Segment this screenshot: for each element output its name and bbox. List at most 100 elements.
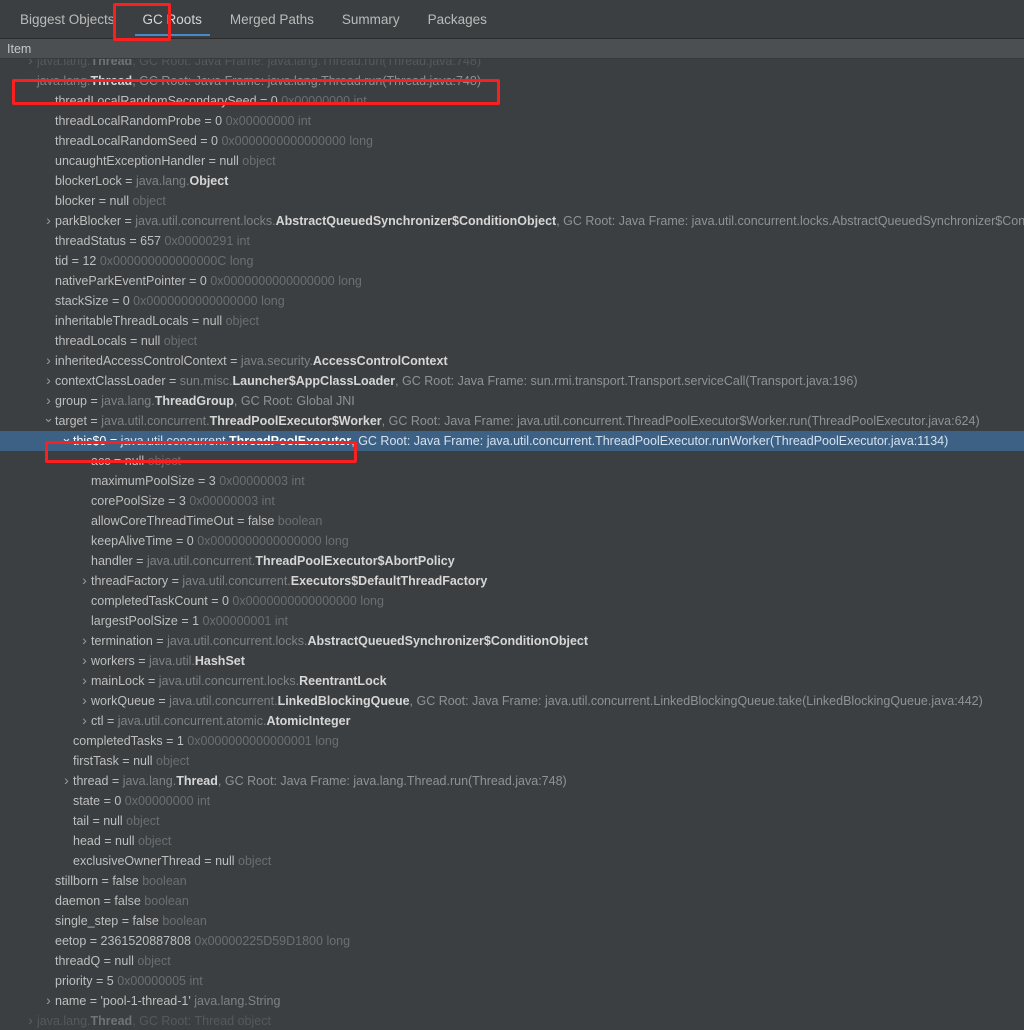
tree-row[interactable]: firstTask = null object (0, 751, 1024, 771)
tab-summary[interactable]: Summary (328, 0, 414, 38)
tree-row[interactable]: single_step = false boolean (0, 911, 1024, 931)
tree-row[interactable]: › name = 'pool-1-thread-1' java.lang.Stri… (0, 991, 1024, 1011)
tree-row[interactable]: › ctl = java.util.concurrent.atomic.Atomi… (0, 711, 1024, 731)
chevron-right-icon[interactable]: › (78, 631, 91, 650)
tree-row[interactable]: keepAliveTime = 0 0x0000000000000000 lon… (0, 531, 1024, 551)
tree-row[interactable]: eetop = 2361520887808 0x00000225D59D1800… (0, 931, 1024, 951)
tab-biggest-objects[interactable]: Biggest Objects (6, 0, 129, 38)
tree-row[interactable]: allowCoreThreadTimeOut = false boolean (0, 511, 1024, 531)
tab-merged-paths[interactable]: Merged Paths (216, 0, 328, 38)
tree-row[interactable]: threadQ = null object (0, 951, 1024, 971)
tree-row[interactable]: › java.lang.Thread, GC Root: Java Frame: … (0, 59, 1024, 71)
token-cls: AccessControlContext (312, 354, 448, 368)
chevron-placeholder (78, 471, 91, 491)
chevron-right-icon[interactable]: › (42, 391, 55, 410)
chevron-right-icon[interactable]: › (42, 211, 55, 230)
token-cls: Launcher$AppClassLoader (232, 374, 396, 388)
tree-row[interactable]: › inheritedAccessControlContext = java.se… (0, 351, 1024, 371)
chevron-right-icon[interactable]: › (24, 1011, 37, 1030)
token-hex: 0x00000225D59D1800 (194, 934, 323, 948)
chevron-placeholder (42, 951, 55, 971)
tree-row[interactable]: › java.lang.Thread, GC Root: Thread objec… (0, 1011, 1024, 1030)
tree-row[interactable]: maximumPoolSize = 3 0x00000003 int (0, 471, 1024, 491)
token-pkg: java.lang.String (194, 994, 281, 1008)
tree-row[interactable]: exclusiveOwnerThread = null object (0, 851, 1024, 871)
token-hex: 0x00000001 (202, 614, 272, 628)
chevron-placeholder (42, 891, 55, 911)
token-field: threadLocalRandomProbe = 0 (55, 114, 226, 128)
chevron-right-icon[interactable]: › (60, 771, 73, 790)
tree-row[interactable]: tid = 12 0x000000000000000C long (0, 251, 1024, 271)
tree-row[interactable]: blockerLock = java.lang.Object (0, 171, 1024, 191)
tree-row[interactable]: › termination = java.util.concurrent.lock… (0, 631, 1024, 651)
chevron-right-icon[interactable]: › (42, 351, 55, 370)
tree-row[interactable]: priority = 5 0x00000005 int (0, 971, 1024, 991)
token-type: int (294, 114, 312, 128)
chevron-placeholder (78, 531, 91, 551)
token-field: target = (55, 414, 102, 428)
tree-row[interactable]: › contextClassLoader = sun.misc.Launcher$… (0, 371, 1024, 391)
tree-row[interactable]: ⌄java.lang.Thread, GC Root: Java Frame: … (0, 71, 1024, 91)
token-gcroot: , GC Root: Java Frame: java.util.concurr… (556, 214, 1024, 228)
gc-roots-tree[interactable]: › java.lang.Thread, GC Root: Java Frame: … (0, 59, 1024, 1030)
chevron-down-icon[interactable]: ⌄ (24, 71, 37, 88)
token-pkg: java.util.concurrent. (169, 694, 278, 708)
tree-row[interactable]: ⌄this$0 = java.util.concurrent.ThreadPoo… (0, 431, 1024, 451)
tree-row[interactable]: nativeParkEventPointer = 0 0x00000000000… (0, 271, 1024, 291)
tree-row[interactable]: threadLocalRandomSeed = 0 0x000000000000… (0, 131, 1024, 151)
tree-row[interactable]: threadLocalRandomSecondarySeed = 0 0x000… (0, 91, 1024, 111)
chevron-right-icon[interactable]: › (24, 59, 37, 70)
tree-row[interactable]: acc = null object (0, 451, 1024, 471)
tree-row[interactable]: threadLocals = null object (0, 331, 1024, 351)
chevron-right-icon[interactable]: › (78, 691, 91, 710)
token-field: corePoolSize = 3 (91, 494, 190, 508)
tree-row-text: uncaughtExceptionHandler = null object (55, 154, 276, 168)
tree-row[interactable]: stackSize = 0 0x0000000000000000 long (0, 291, 1024, 311)
chevron-down-icon[interactable]: ⌄ (42, 411, 55, 428)
token-type: long (334, 274, 362, 288)
tree-row[interactable]: › mainLock = java.util.concurrent.locks.R… (0, 671, 1024, 691)
tab-gc-roots[interactable]: GC Roots (129, 0, 216, 38)
chevron-right-icon[interactable]: › (78, 711, 91, 730)
tree-row[interactable]: head = null object (0, 831, 1024, 851)
token-field: exclusiveOwnerThread = null (73, 854, 239, 868)
tree-row[interactable]: handler = java.util.concurrent.ThreadPoo… (0, 551, 1024, 571)
token-cls: HashSet (194, 654, 245, 668)
tree-row[interactable]: completedTaskCount = 0 0x000000000000000… (0, 591, 1024, 611)
tree-row[interactable]: daemon = false boolean (0, 891, 1024, 911)
tree-row[interactable]: corePoolSize = 3 0x00000003 int (0, 491, 1024, 511)
token-field: threadLocalRandomSeed = 0 (55, 134, 222, 148)
tree-row[interactable]: inheritableThreadLocals = null object (0, 311, 1024, 331)
tree-row[interactable]: largestPoolSize = 1 0x00000001 int (0, 611, 1024, 631)
chevron-down-icon[interactable]: ⌄ (60, 431, 73, 448)
chevron-placeholder (78, 611, 91, 631)
tree-row[interactable]: threadLocalRandomProbe = 0 0x00000000 in… (0, 111, 1024, 131)
tree-row[interactable]: › workers = java.util.HashSet (0, 651, 1024, 671)
chevron-right-icon[interactable]: › (78, 671, 91, 690)
tree-row[interactable]: completedTasks = 1 0x0000000000000001 lo… (0, 731, 1024, 751)
token-cls: AbstractQueuedSynchronizer$ConditionObje… (307, 634, 589, 648)
tree-row[interactable]: state = 0 0x00000000 int (0, 791, 1024, 811)
chevron-placeholder (78, 591, 91, 611)
token-hex: 0x000000000000000C (99, 254, 227, 268)
tree-row[interactable]: › threadFactory = java.util.concurrent.Ex… (0, 571, 1024, 591)
tree-row[interactable]: › thread = java.lang.Thread, GC Root: Jav… (0, 771, 1024, 791)
tree-row[interactable]: uncaughtExceptionHandler = null object (0, 151, 1024, 171)
chevron-right-icon[interactable]: › (78, 651, 91, 670)
tree-row[interactable]: stillborn = false boolean (0, 871, 1024, 891)
token-field: threadFactory = (91, 574, 183, 588)
tree-row[interactable]: › workQueue = java.util.concurrent.Linked… (0, 691, 1024, 711)
token-field: eetop = 2361520887808 (55, 934, 195, 948)
chevron-right-icon[interactable]: › (78, 571, 91, 590)
tree-row[interactable]: › group = java.lang.ThreadGroup, GC Root:… (0, 391, 1024, 411)
tree-row-text: mainLock = java.util.concurrent.locks.Re… (91, 674, 387, 688)
tree-row[interactable]: tail = null object (0, 811, 1024, 831)
tree-row-text: largestPoolSize = 1 0x00000001 int (91, 614, 288, 628)
chevron-right-icon[interactable]: › (42, 371, 55, 390)
tree-row[interactable]: › parkBlocker = java.util.concurrent.lock… (0, 211, 1024, 231)
tree-row[interactable]: threadStatus = 657 0x00000291 int (0, 231, 1024, 251)
tab-packages[interactable]: Packages (414, 0, 501, 38)
tree-row[interactable]: ⌄target = java.util.concurrent.ThreadPoo… (0, 411, 1024, 431)
chevron-right-icon[interactable]: › (42, 991, 55, 1010)
tree-row[interactable]: blocker = null object (0, 191, 1024, 211)
